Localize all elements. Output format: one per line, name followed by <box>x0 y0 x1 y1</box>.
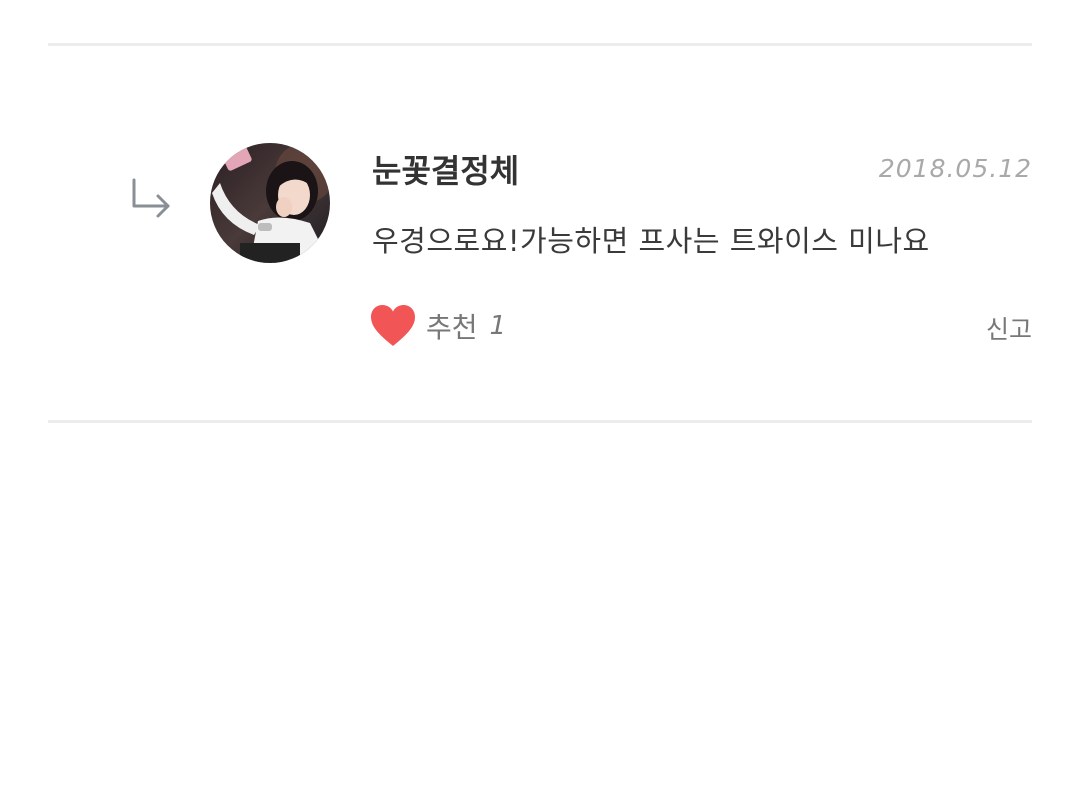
bottom-divider <box>48 420 1032 423</box>
heart-icon[interactable] <box>370 304 416 348</box>
comment-text: 우경으로요!가능하면 프사는 트와이스 미나요 <box>372 224 930 258</box>
reply-arrow-icon <box>128 178 174 224</box>
like-label: 추천 <box>426 311 478 344</box>
comment-date: 2018.05.12 <box>878 154 1032 183</box>
report-button[interactable]: 신고 <box>986 310 1032 346</box>
top-divider <box>48 43 1032 46</box>
like-count: 1 <box>489 311 507 341</box>
avatar[interactable] <box>210 143 330 263</box>
like-button[interactable]: 추천 1 <box>370 302 506 350</box>
comment-author[interactable]: 눈꽃결정체 <box>372 146 519 192</box>
